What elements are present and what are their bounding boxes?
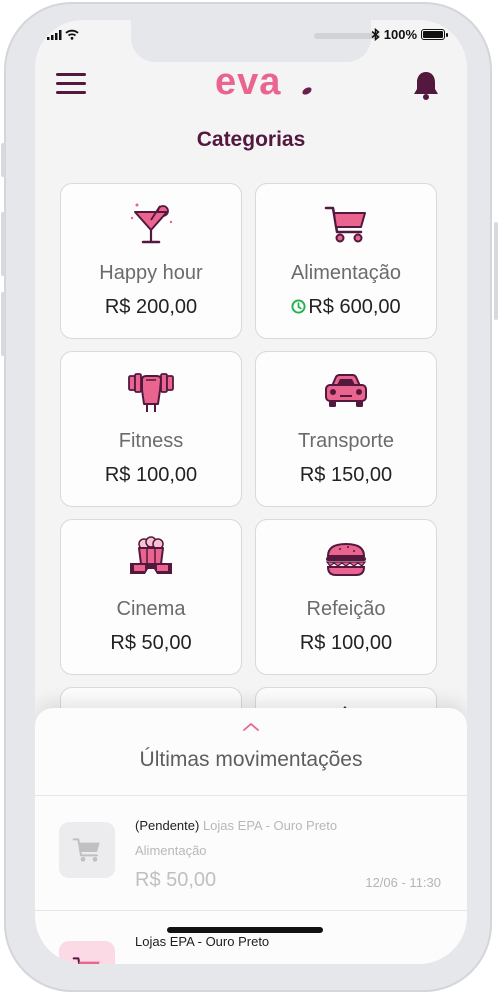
power-button [494, 222, 498, 320]
category-amount: R$ 150,00 [299, 464, 393, 486]
transaction-title: Lojas EPA - Ouro Preto [135, 934, 269, 949]
sheet-title: Últimas movimentações [139, 748, 363, 771]
home-indicator[interactable] [167, 927, 323, 933]
transaction-title: (Pendente) Lojas EPA - Ouro Preto [135, 818, 337, 833]
transaction-category: Alimentação [135, 843, 207, 858]
shopping-cart-icon [72, 838, 100, 862]
category-card-cinema[interactable]: Cinema R$ 50,00 [60, 519, 242, 675]
eva-logo: eva [215, 61, 313, 104]
logo-text: eva [215, 61, 282, 103]
hamburger-menu-icon[interactable] [56, 73, 86, 95]
category-card-fitness[interactable]: Fitness R$ 100,00 [60, 351, 242, 507]
category-amount: R$ 100,00 [299, 632, 393, 654]
signal-icon [47, 30, 62, 40]
burger-icon [325, 542, 367, 576]
category-amount: R$ 200,00 [104, 296, 198, 318]
logo-accent-mark [301, 85, 313, 97]
transaction-date: 12/06 - 11:30 [365, 875, 441, 890]
battery-percentage: 100% [383, 27, 417, 42]
volume-down-button [1, 292, 5, 356]
divider [35, 910, 467, 911]
recent-movements-sheet[interactable]: Últimas movimentações (Pendente) Lojas E… [35, 708, 467, 964]
category-amount: R$ 50,00 [110, 632, 192, 654]
category-label: Cinema [116, 598, 186, 620]
shopping-cart-icon [72, 957, 100, 964]
status-bar-left [47, 29, 79, 40]
bluetooth-icon [371, 28, 380, 41]
pending-clock-icon [291, 299, 306, 314]
page-title: Categorias [196, 128, 306, 151]
transaction-merchant: Lojas EPA - Ouro Preto [202, 818, 338, 833]
mute-switch [1, 143, 5, 177]
transaction-merchant: Lojas EPA - Ouro Preto [135, 934, 270, 949]
transaction-icon-box [59, 941, 115, 964]
bell-icon[interactable] [410, 69, 442, 101]
category-amount: R$ 600,00 [308, 296, 401, 318]
divider [35, 795, 467, 796]
popcorn-3d-glasses-icon [130, 536, 172, 574]
volume-up-button [1, 212, 5, 276]
category-label: Transporte [298, 430, 394, 452]
category-card-refeicao[interactable]: Refeição R$ 100,00 [255, 519, 437, 675]
car-icon [325, 374, 367, 407]
dumbbell-icon [128, 373, 174, 412]
transaction-icon-box [59, 822, 115, 878]
category-card-alimentacao[interactable]: Alimentação R$ 600,00 [255, 183, 437, 339]
cocktail-icon [130, 203, 173, 244]
transaction-status: (Pendente) [135, 818, 200, 833]
app-header: eva [35, 61, 467, 105]
shopping-cart-icon [324, 206, 366, 243]
chevron-up-icon[interactable] [242, 722, 260, 732]
category-label: Alimentação [290, 262, 402, 284]
category-label: Happy hour [99, 262, 203, 284]
battery-icon [421, 29, 448, 40]
category-amount-row: R$ 600,00 [256, 296, 436, 319]
wifi-icon [65, 29, 79, 40]
category-card-happy-hour[interactable]: Happy hour R$ 200,00 [60, 183, 242, 339]
notch [131, 20, 380, 62]
status-bar-right: 100% [371, 27, 448, 42]
app-screen: 100% eva Categorias Happy hour R$ 200,00 [35, 20, 467, 964]
transaction-amount: R$ 50,00 [135, 869, 217, 891]
category-label: Fitness [118, 430, 184, 452]
category-label: Refeição [306, 598, 386, 620]
category-card-transporte[interactable]: Transporte R$ 150,00 [255, 351, 437, 507]
category-amount: R$ 100,00 [104, 464, 198, 486]
